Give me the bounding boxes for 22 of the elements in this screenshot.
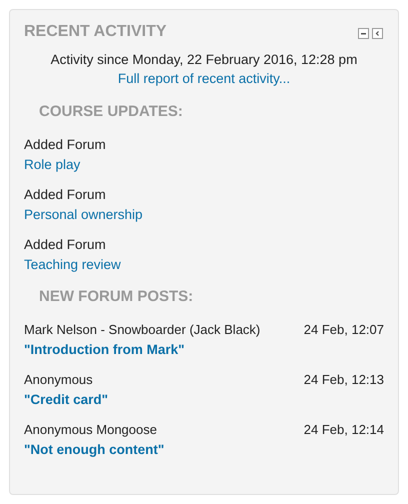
minimize-icon[interactable]: [358, 28, 369, 39]
full-report-link[interactable]: Full report of recent activity...: [118, 69, 290, 88]
update-action: Added Forum: [24, 236, 107, 254]
update-action: Added Forum: [24, 186, 107, 204]
post-time: 24 Feb, 12:07: [304, 321, 384, 339]
post-author: Mark Nelson - Snowboarder (Jack Black): [24, 321, 260, 339]
forum-link[interactable]: Personal ownership: [24, 205, 143, 225]
dock-icon[interactable]: [372, 28, 383, 39]
post-subject-link[interactable]: "Credit card": [24, 390, 108, 410]
activity-since-text: Activity since Monday, 22 February 2016, 12:28 pm: [50, 51, 358, 69]
block-title: RECENT ACTIVITY: [24, 22, 167, 42]
post-author: Anonymous Mongoose: [24, 421, 157, 439]
post-subject-link[interactable]: "Not enough content": [24, 440, 164, 460]
forum-link[interactable]: Teaching review: [24, 255, 121, 275]
post-time: 24 Feb, 12:13: [304, 371, 384, 389]
update-action: Added Forum: [24, 136, 107, 154]
forum-link[interactable]: Role play: [24, 155, 80, 175]
post-author: Anonymous: [24, 371, 93, 389]
section-heading: COURSE UPDATES:: [39, 102, 184, 122]
post-subject-link[interactable]: "Introduction from Mark": [24, 340, 185, 360]
post-time: 24 Feb, 12:14: [304, 421, 384, 439]
section-heading: NEW FORUM POSTS:: [39, 287, 194, 307]
